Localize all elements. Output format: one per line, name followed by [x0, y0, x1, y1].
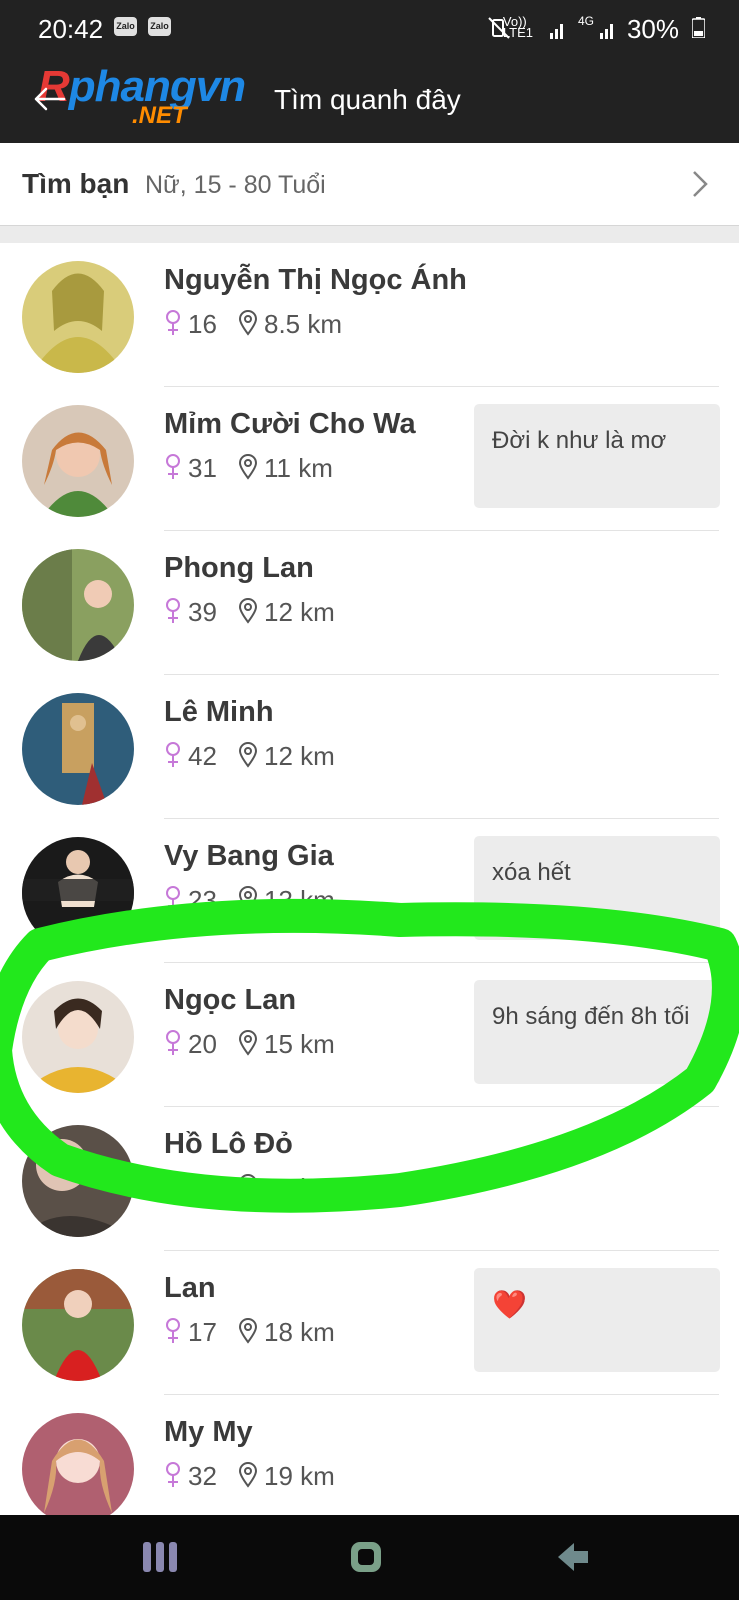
location-pin-icon: [238, 310, 258, 336]
female-icon: [166, 886, 180, 911]
status-message: 9h sáng đến 8h tối: [474, 980, 720, 1084]
location-pin-icon: [238, 1174, 258, 1200]
avatar: [22, 405, 134, 517]
avatar: [22, 837, 134, 949]
list-item[interactable]: Nguyễn Thị Ngọc Ánh 16 8.5 km: [0, 243, 739, 387]
female-icon: [166, 454, 180, 479]
user-name: Lan: [164, 1272, 216, 1304]
user-age: 32: [188, 1461, 217, 1491]
filter-row[interactable]: Tìm bạn Nữ, 15 - 80 Tuổi: [0, 143, 739, 226]
avatar: [22, 549, 134, 661]
user-name: My My: [164, 1416, 253, 1448]
female-icon: [166, 1174, 180, 1199]
user-distance: 12 km: [264, 741, 335, 771]
logo: Rphangvn .NET: [38, 62, 246, 129]
list-item[interactable]: Hồ Lô Đỏ 25 17 km: [0, 1107, 739, 1251]
list-item[interactable]: Vy Bang Gia 23 13 km xóa hết: [0, 819, 739, 963]
lte-label: LTE1: [502, 25, 533, 40]
clock: 20:42: [38, 14, 104, 44]
user-name: Lê Minh: [164, 696, 274, 728]
user-age: 20: [188, 1029, 217, 1059]
avatar: [22, 693, 134, 805]
list-item[interactable]: Lan 17 18 km ❤️: [0, 1251, 739, 1395]
location-pin-icon: [238, 598, 258, 624]
user-distance: 18 km: [264, 1317, 335, 1347]
user-distance: 13 km: [264, 885, 335, 915]
back-icon[interactable]: [556, 1540, 590, 1574]
user-list: Nguyễn Thị Ngọc Ánh 16 8.5 km Mỉm Cười C…: [0, 243, 739, 1525]
user-age: 31: [188, 453, 217, 483]
avatar: [22, 1413, 134, 1525]
signal-icon: [550, 24, 563, 39]
zalo-notification-icon: Zalo: [148, 17, 171, 36]
user-distance: 17 km: [264, 1173, 335, 1203]
female-icon: [166, 1462, 180, 1487]
status-message: xóa hết: [474, 836, 720, 940]
location-pin-icon: [238, 1030, 258, 1056]
user-name: Hồ Lô Đỏ: [164, 1128, 293, 1160]
female-icon: [166, 310, 180, 335]
user-distance: 8.5 km: [264, 309, 343, 339]
avatar: [22, 1125, 134, 1237]
navigation-bar: [0, 1515, 739, 1600]
user-name: Phong Lan: [164, 552, 314, 584]
location-pin-icon: [238, 886, 258, 912]
recent-apps-icon[interactable]: [142, 1540, 178, 1574]
user-name: Nguyễn Thị Ngọc Ánh: [164, 264, 467, 296]
status-bar: 20:42 Zalo Zalo Vo)) LTE1 4G 30%: [0, 0, 739, 56]
female-icon: [166, 1030, 180, 1055]
4g-label: 4G: [578, 14, 595, 28]
avatar: [22, 981, 134, 1093]
user-distance: 11 km: [264, 453, 333, 483]
signal-icon: [600, 24, 613, 39]
battery-icon: [692, 17, 705, 38]
location-pin-icon: [238, 742, 258, 768]
user-age: 42: [188, 741, 217, 771]
avatar: [22, 1269, 134, 1381]
back-arrow-icon[interactable]: [32, 86, 66, 112]
female-icon: [166, 598, 180, 623]
user-distance: 15 km: [264, 1029, 335, 1059]
user-age: 17: [188, 1317, 217, 1347]
page-title: Tìm quanh đây: [274, 84, 461, 115]
user-name: Vy Bang Gia: [164, 840, 334, 872]
female-icon: [166, 742, 180, 767]
filter-title: Tìm bạn: [22, 168, 130, 199]
home-icon[interactable]: [349, 1540, 383, 1574]
user-age: 23: [188, 885, 217, 915]
list-item[interactable]: Phong Lan 39 12 km: [0, 531, 739, 675]
battery-percent: 30%: [626, 14, 679, 44]
user-age: 39: [188, 597, 217, 627]
female-icon: [166, 1318, 180, 1343]
list-item[interactable]: Lê Minh 42 12 km: [0, 675, 739, 819]
list-item[interactable]: Mỉm Cười Cho Wa 31 11 km Đời k như là mơ: [0, 387, 739, 531]
location-pin-icon: [238, 1318, 258, 1344]
user-distance: 19 km: [264, 1461, 335, 1491]
status-message: ❤️: [474, 1268, 720, 1372]
status-message: Đời k như là mơ: [474, 404, 720, 508]
chevron-right-icon: [693, 171, 708, 197]
list-item[interactable]: Ngọc Lan 20 15 km 9h sáng đến 8h tối: [0, 963, 739, 1107]
location-pin-icon: [238, 454, 258, 480]
user-name: Mỉm Cười Cho Wa: [164, 408, 416, 440]
location-pin-icon: [238, 1462, 258, 1488]
user-age: 16: [188, 309, 217, 339]
user-age: 25: [188, 1173, 217, 1203]
user-distance: 12 km: [264, 597, 335, 627]
filter-value: Nữ, 15 - 80 Tuổi: [145, 171, 326, 199]
zalo-notification-icon: Zalo: [114, 17, 137, 36]
user-name: Ngọc Lan: [164, 984, 297, 1016]
avatar: [22, 261, 134, 373]
